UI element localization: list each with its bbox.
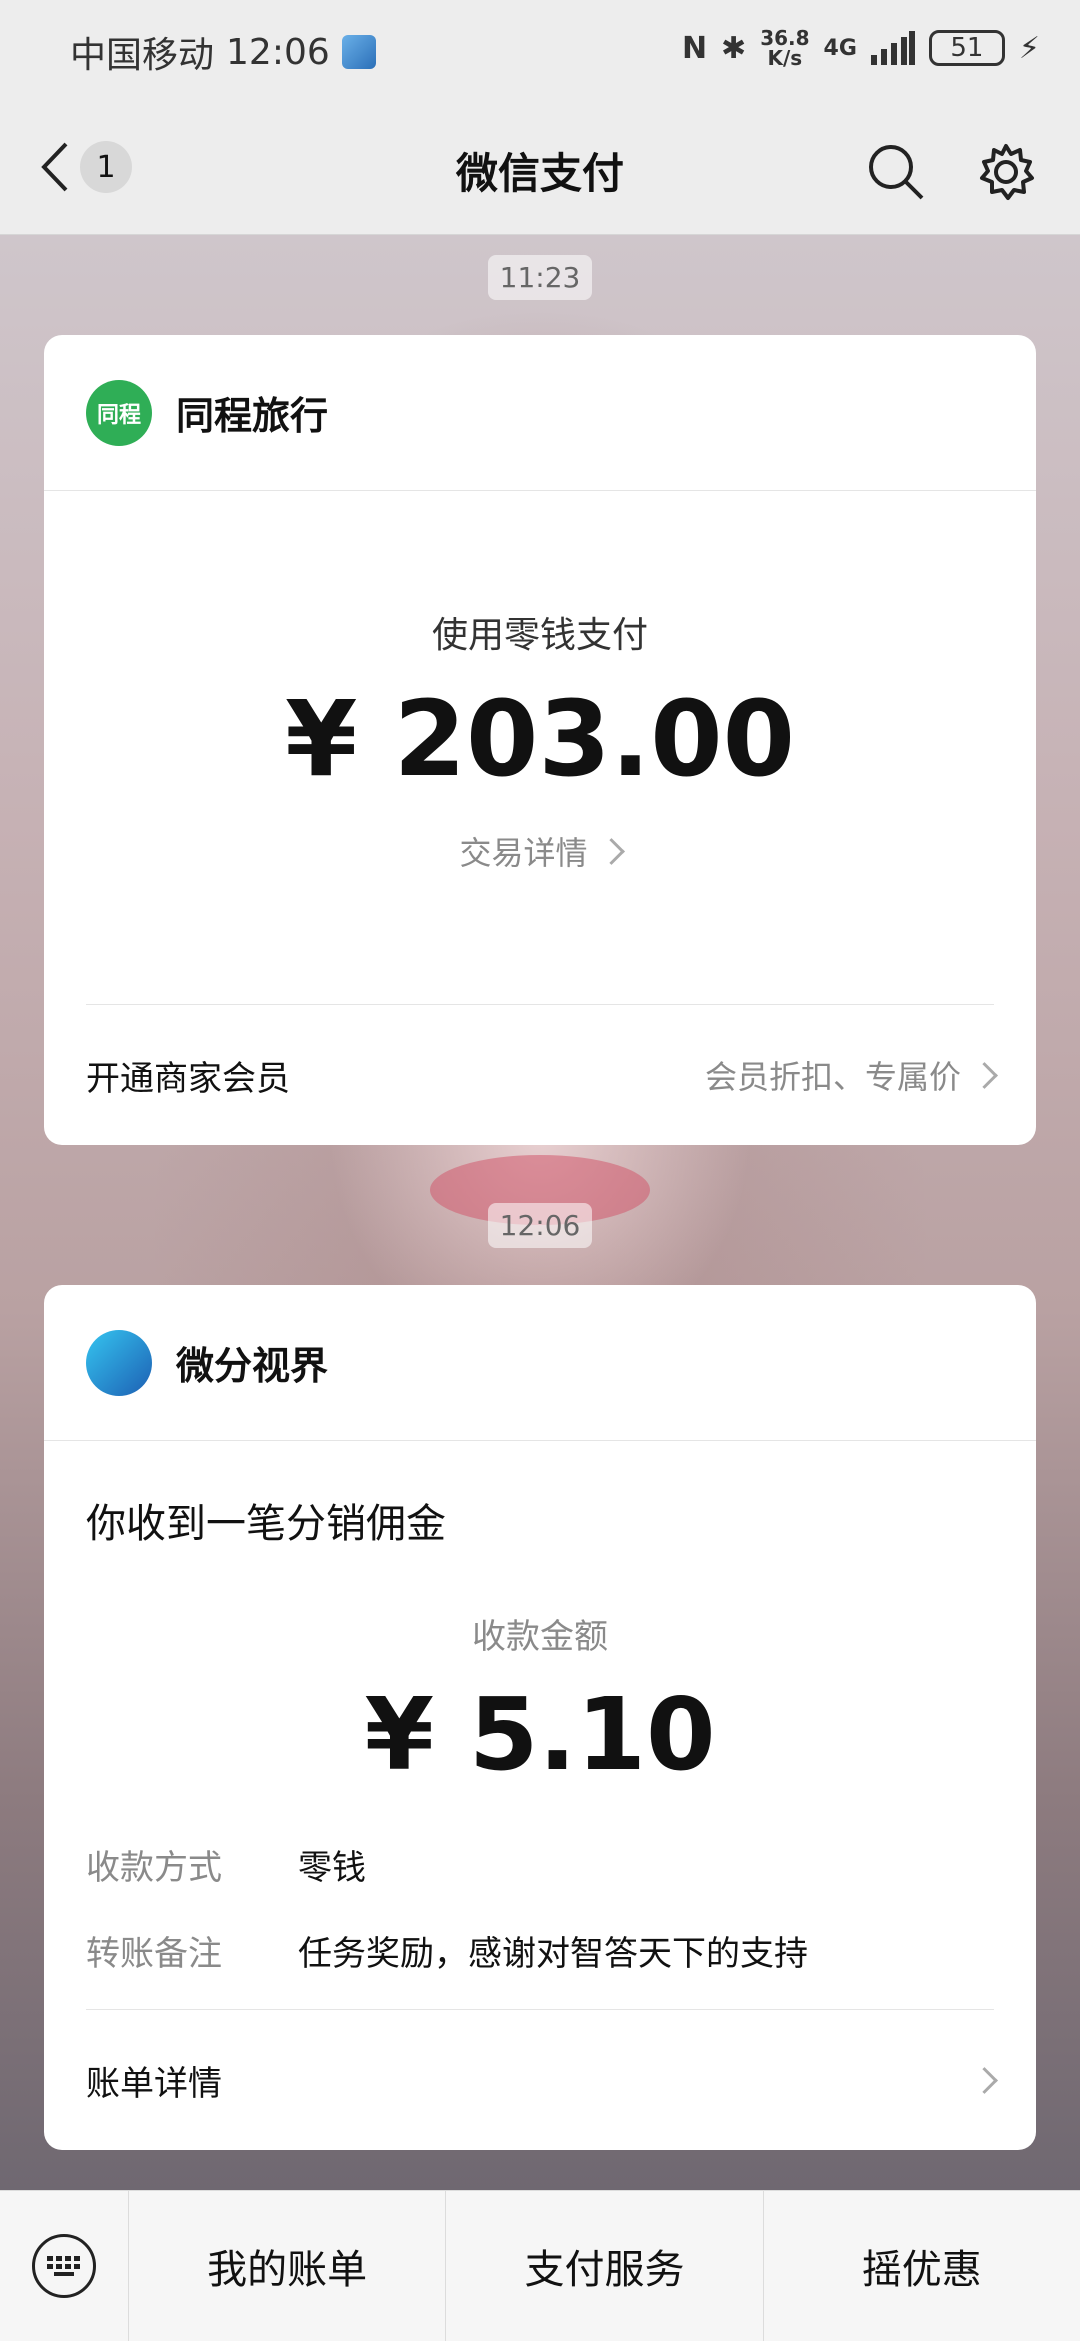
pay-method-text: 使用零钱支付 (431, 615, 648, 656)
merchant-logo-text: 同程 (96, 402, 141, 428)
membership-hint: 会员折扣、专属价 (704, 1052, 998, 1098)
note-row: 转账备注 任务奖励，感谢对智答天下的支持 (86, 1907, 994, 1993)
signal-icon (870, 31, 915, 65)
commission-card[interactable]: 微分视界 你收到一笔分销佣金 收款金额 ¥ 5.10 收款方式 零钱 转账备注 … (44, 1285, 1036, 2150)
message-timestamp: 12:06 (0, 1203, 1080, 1248)
amount-label: 收款金额 (472, 1617, 608, 1657)
clock-text: 12:06 (226, 31, 330, 73)
chevron-right-icon (971, 2066, 998, 2094)
net-speed-unit: K/s (767, 46, 803, 70)
nav-bar: 1 微信支付 (0, 110, 1080, 235)
message-title: 你收到一笔分销佣金 (86, 1501, 446, 1547)
method-value: 零钱 (298, 1847, 366, 1888)
timestamp-text: 11:23 (487, 255, 593, 300)
keyboard-keys-icon (47, 2256, 80, 2276)
card-header: 同程 同程旅行 (44, 335, 1036, 491)
method-row: 收款方式 零钱 (86, 1821, 994, 1907)
status-left: 中国移动 12:06 (70, 26, 376, 78)
note-label: 转账备注 (86, 1933, 222, 1974)
message-timestamp: 11:23 (0, 255, 1080, 300)
gear-icon[interactable] (974, 140, 1038, 204)
membership-label: 开通商家会员 (86, 1058, 290, 1099)
bill-detail-label: 账单详情 (86, 2063, 222, 2104)
battery-indicator: 51 (928, 30, 1005, 66)
payment-amount: ¥ 203.00 (285, 678, 795, 800)
chevron-right-icon (597, 837, 625, 865)
menu-payment-services[interactable]: 支付服务 (446, 2191, 764, 2341)
received-amount: ¥ 5.10 (364, 1676, 716, 1793)
menu-my-bills[interactable]: 我的账单 (129, 2191, 447, 2341)
membership-row[interactable]: 开通商家会员 会员折扣、专属价 (86, 1004, 998, 1145)
bluetooth-icon: ✱ (721, 30, 747, 66)
payment-card[interactable]: 同程 同程旅行 使用零钱支付 ¥ 203.00 交易详情 开通商家会员 会员折扣… (44, 335, 1036, 1145)
net-speed-value: 36.8 (760, 26, 810, 50)
charging-icon: ⚡ (1018, 30, 1040, 66)
membership-hint-text: 会员折扣、专属价 (704, 1058, 961, 1096)
keyboard-toggle-button[interactable] (0, 2191, 129, 2341)
bill-detail-row[interactable]: 账单详情 (86, 2009, 998, 2150)
bottom-menu-bar: 我的账单 支付服务 摇优惠 (0, 2190, 1080, 2341)
transaction-detail-link[interactable]: 交易详情 (44, 828, 1036, 874)
net-speed: 36.8 K/s (760, 28, 809, 68)
nfc-icon: N (681, 30, 708, 66)
keyboard-icon (32, 2234, 96, 2298)
transaction-detail-label: 交易详情 (459, 834, 588, 872)
network-type: 4G (823, 35, 857, 61)
menu-shake-offers[interactable]: 摇优惠 (764, 2191, 1080, 2341)
merchant-logo (86, 1329, 152, 1396)
note-value: 任务奖励，感谢对智答天下的支持 (298, 1933, 808, 1974)
card-header: 微分视界 (44, 1285, 1036, 1441)
chat-wallpaper: 11:23 同程 同程旅行 使用零钱支付 ¥ 203.00 交易详情 开通商家会… (0, 235, 1080, 2190)
merchant-name: 微分视界 (176, 1344, 329, 1388)
timestamp-text: 12:06 (487, 1203, 593, 1248)
chevron-right-icon (971, 1061, 998, 1089)
method-label: 收款方式 (86, 1847, 222, 1888)
notification-app-icon (341, 35, 376, 69)
merchant-name: 同程旅行 (176, 394, 329, 438)
carrier-text: 中国移动 (70, 35, 215, 76)
search-icon[interactable] (864, 140, 928, 204)
status-bar: 中国移动 12:06 N ✱ 36.8 K/s 4G 51 ⚡ (0, 0, 1080, 110)
status-right: N ✱ 36.8 K/s 4G 51 ⚡ (682, 28, 1040, 68)
merchant-logo: 同程 (86, 379, 152, 446)
